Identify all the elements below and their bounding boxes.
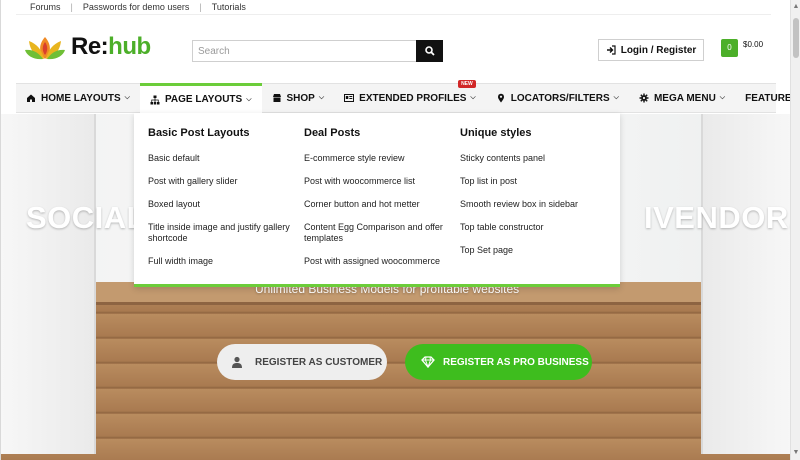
menu-column-heading: Basic Post Layouts [148,127,250,139]
forums-link[interactable]: Forums [16,2,71,12]
menu-link[interactable]: Sticky contents panel [460,153,610,164]
menu-column-heading: Deal Posts [304,127,361,139]
menu-column-unique-styles: Unique styles Sticky contents panel Top … [460,127,610,268]
nav-shop[interactable]: SHOP ⌵ [262,83,335,113]
chevron-down-icon: ⌵ [719,94,726,101]
map-marker-icon [497,93,504,103]
nav-label: MEGA MENU [653,92,716,104]
menu-link[interactable]: Title inside image and justify gallery s… [148,222,298,244]
search-input[interactable] [192,40,416,62]
menu-column-basic-post-layouts: Basic Post Layouts Basic default Post wi… [148,127,298,279]
menu-link[interactable]: Smooth review box in sidebar [460,199,610,210]
register-pro-label: REGISTER AS PRO BUSINESS [443,356,589,368]
nav-locators-filters[interactable]: LOCATORS/FILTERS ⌵ [486,83,629,113]
scroll-up-arrow-icon[interactable]: ▲ [792,2,800,12]
lotus-logo-icon [25,37,65,60]
main-navigation: HOME LAYOUTS ⌵ PAGE LAYOUTS ⌵ SHOP ⌵ EXTEND… [16,80,790,113]
demo-passwords-link[interactable]: Passwords for demo users [73,2,200,12]
hero-title-right: IVENDOR, [644,200,790,235]
logo-text: Re:hub [71,33,151,60]
hero-background-door-frame-right [701,114,790,454]
scroll-down-arrow-icon[interactable]: ▼ [792,448,800,458]
nav-label: PAGE LAYOUTS [164,94,243,105]
sitemap-icon [150,95,160,104]
nav-label: LOCATORS/FILTERS [510,92,610,104]
chevron-down-icon: ⌵ [124,94,130,101]
search-icon [424,46,435,56]
register-customer-label: REGISTER AS CUSTOMER [255,356,383,368]
cart-bag-icon: 0 [721,39,738,57]
nav-mega-menu[interactable]: MEGA MENU ⌵ [629,83,735,113]
new-badge: NEW [458,80,476,88]
menu-column-deal-posts: Deal Posts E-commerce style review Post … [304,127,454,279]
tutorials-link[interactable]: Tutorials [202,2,256,12]
register-customer-button[interactable]: REGISTER AS CUSTOMER [217,344,387,380]
cart-widget[interactable]: 0 $0.00 [721,39,763,57]
search-form [192,40,443,62]
site-logo[interactable]: Re:hub [25,33,151,61]
menu-link[interactable]: Top table constructor [460,222,610,233]
search-button[interactable] [416,40,443,62]
cart-count: 0 [727,43,732,52]
chevron-down-icon: ⌵ [246,95,252,103]
page-layouts-dropdown: Basic Post Layouts Basic default Post wi… [134,113,620,287]
nav-label: SHOP [286,92,315,104]
nav-extended-profiles[interactable]: EXTENDED PROFILES ⌵ NEW [334,80,486,113]
nav-label: HOME LAYOUTS [41,92,121,104]
sign-in-icon [606,45,616,55]
hero-background-floor [1,289,790,460]
nav-label: EXTENDED PROFILES [359,92,467,104]
chevron-down-icon: ⌵ [613,94,619,101]
shop-icon [272,94,281,102]
site-header: Re:hub Login / Register 0 $0.00 [1,15,790,83]
menu-link[interactable]: Top list in post [460,176,610,187]
gear-icon [639,93,649,103]
nav-label: FEATURES [745,92,790,104]
menu-link[interactable]: Content Egg Comparison and offer templat… [304,222,454,244]
top-utility-bar: Forums | Passwords for demo users | Tuto… [16,0,771,15]
cart-total: $0.00 [743,40,764,49]
home-icon [27,94,35,102]
register-pro-business-button[interactable]: REGISTER AS PRO BUSINESS [405,344,592,380]
chevron-down-icon: ⌵ [318,94,325,101]
vertical-scrollbar[interactable]: ▲ ▼ [790,0,800,460]
hero-title-left: SOCIAL [26,200,147,235]
menu-link[interactable]: Top Set page [460,245,610,256]
nav-page-layouts[interactable]: PAGE LAYOUTS ⌵ [139,83,262,113]
chevron-down-icon: ⌵ [470,94,476,101]
browser-viewport: Forums | Passwords for demo users | Tuto… [0,0,790,460]
user-icon [232,356,242,368]
menu-link[interactable]: Boxed layout [148,199,298,210]
hero-background-door-frame-left [1,114,96,454]
menu-link[interactable]: Basic default [148,153,298,164]
login-register-label: Login / Register [620,44,697,56]
menu-link[interactable]: Corner button and hot metter [304,199,454,210]
menu-link[interactable]: Post with assigned woocommerce [304,256,454,267]
login-register-button[interactable]: Login / Register [598,39,704,61]
nav-features[interactable]: FEATURES [735,83,790,113]
nav-home-layouts[interactable]: HOME LAYOUTS ⌵ [16,83,140,113]
scrollbar-thumb[interactable] [793,18,799,58]
menu-link[interactable]: Post with woocommerce list [304,176,454,187]
menu-column-heading: Unique styles [460,127,532,139]
menu-link[interactable]: Post with gallery slider [148,176,298,187]
id-card-icon [344,94,355,102]
menu-link[interactable]: Full width image [148,256,298,267]
menu-link[interactable]: E-commerce style review [304,153,454,164]
diamond-icon [421,356,435,368]
